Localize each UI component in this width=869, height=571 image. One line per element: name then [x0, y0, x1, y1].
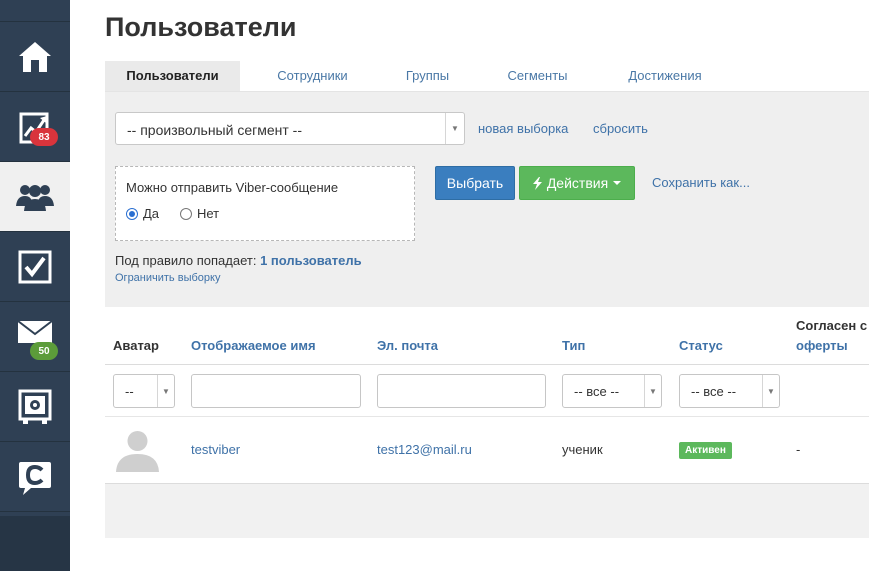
chevron-down-icon: ▼	[445, 113, 464, 144]
tab-groups[interactable]: Группы	[385, 61, 470, 91]
avatar-filter-select[interactable]: -- ▼	[113, 374, 175, 408]
save-as-link[interactable]: Сохранить как...	[652, 175, 750, 190]
sidebar-item-stats[interactable]: 83	[0, 92, 70, 162]
filter-row-divider	[105, 416, 869, 417]
tab-achievements[interactable]: Достижения	[610, 61, 720, 91]
radio-yes-dot[interactable]	[126, 207, 138, 220]
chat-c-icon	[19, 461, 51, 495]
rule-count-link[interactable]: 1 пользователь	[260, 253, 362, 268]
sidebar: 83 50	[0, 0, 70, 571]
col-header-type[interactable]: Тип	[562, 338, 585, 353]
col-header-avatar: Аватар	[113, 338, 159, 353]
actions-button-label: Действия	[546, 175, 609, 191]
sidebar-item-top-partial[interactable]	[0, 0, 70, 22]
tabs-bar: Пользователи Сотрудники Группы Сегменты …	[105, 61, 869, 92]
lightning-icon	[532, 176, 542, 190]
actions-button[interactable]: Действия	[519, 166, 635, 200]
type-filter-select[interactable]: -- все -- ▼	[562, 374, 662, 408]
condition-box: Можно отправить Viber-сообщение Да Нет	[115, 166, 415, 241]
tab-segments[interactable]: Сегменты	[490, 61, 585, 91]
user-name-link[interactable]: testviber	[191, 442, 240, 457]
type-filter-value: -- все --	[574, 384, 620, 399]
stats-badge: 83	[30, 128, 58, 146]
radio-no-dot[interactable]	[180, 207, 192, 220]
col-header-offer-line2[interactable]: оферты	[796, 338, 848, 353]
rule-summary: Под правило попадает: 1 пользователь	[115, 253, 362, 268]
limit-selection-link[interactable]: Ограничить выборку	[115, 272, 220, 284]
col-header-name[interactable]: Отображаемое имя	[191, 338, 316, 353]
tab-users[interactable]: Пользователи	[105, 61, 240, 91]
chevron-down-icon: ▼	[157, 375, 174, 407]
table-footer	[105, 484, 869, 538]
name-filter-input[interactable]	[191, 374, 361, 408]
reset-link[interactable]: сбросить	[593, 121, 648, 136]
user-offer-value: -	[796, 442, 801, 457]
email-filter-input[interactable]	[377, 374, 546, 408]
sidebar-item-chat[interactable]	[0, 442, 70, 512]
sidebar-item-tasks[interactable]	[0, 232, 70, 302]
radio-yes-label: Да	[143, 206, 160, 221]
sidebar-footer	[0, 516, 70, 571]
avatar-filter-value: --	[125, 384, 134, 399]
rule-prefix: Под правило попадает:	[115, 253, 257, 268]
segment-select[interactable]: -- произвольный сегмент -- ▼	[115, 112, 465, 145]
safe-icon	[18, 389, 52, 424]
status-badge: Активен	[679, 442, 732, 459]
chevron-down-icon: ▼	[644, 375, 661, 407]
user-type: ученик	[562, 442, 603, 457]
page-title: Пользователи	[105, 12, 297, 42]
sidebar-item-home[interactable]	[0, 22, 70, 92]
checkbox-icon	[18, 250, 52, 283]
radio-no[interactable]: Нет	[180, 206, 219, 221]
new-selection-link[interactable]: новая выборка	[478, 121, 568, 136]
sidebar-item-users[interactable]	[0, 162, 70, 232]
home-icon	[19, 41, 51, 72]
status-filter-value: -- все --	[691, 384, 737, 399]
mail-badge: 50	[30, 342, 58, 360]
caret-down-icon	[613, 181, 622, 185]
tab-employees[interactable]: Сотрудники	[255, 61, 370, 91]
select-button[interactable]: Выбрать	[435, 166, 515, 200]
col-header-offer-line1: Согласен с	[796, 318, 868, 333]
sidebar-item-mail[interactable]: 50	[0, 302, 70, 372]
col-header-status[interactable]: Статус	[679, 338, 723, 353]
condition-label: Можно отправить Viber-сообщение	[126, 180, 339, 195]
users-icon	[16, 184, 54, 211]
table-header-divider	[105, 364, 869, 365]
radio-no-label: Нет	[197, 206, 220, 221]
avatar-placeholder-icon	[116, 431, 159, 472]
chevron-down-icon: ▼	[762, 375, 779, 407]
status-filter-select[interactable]: -- все -- ▼	[679, 374, 780, 408]
col-header-email[interactable]: Эл. почта	[377, 338, 438, 353]
sidebar-item-safe[interactable]	[0, 372, 70, 442]
radio-yes[interactable]: Да	[126, 206, 159, 221]
segment-select-value: -- произвольный сегмент --	[127, 122, 302, 138]
user-email-link[interactable]: test123@mail.ru	[377, 442, 472, 457]
